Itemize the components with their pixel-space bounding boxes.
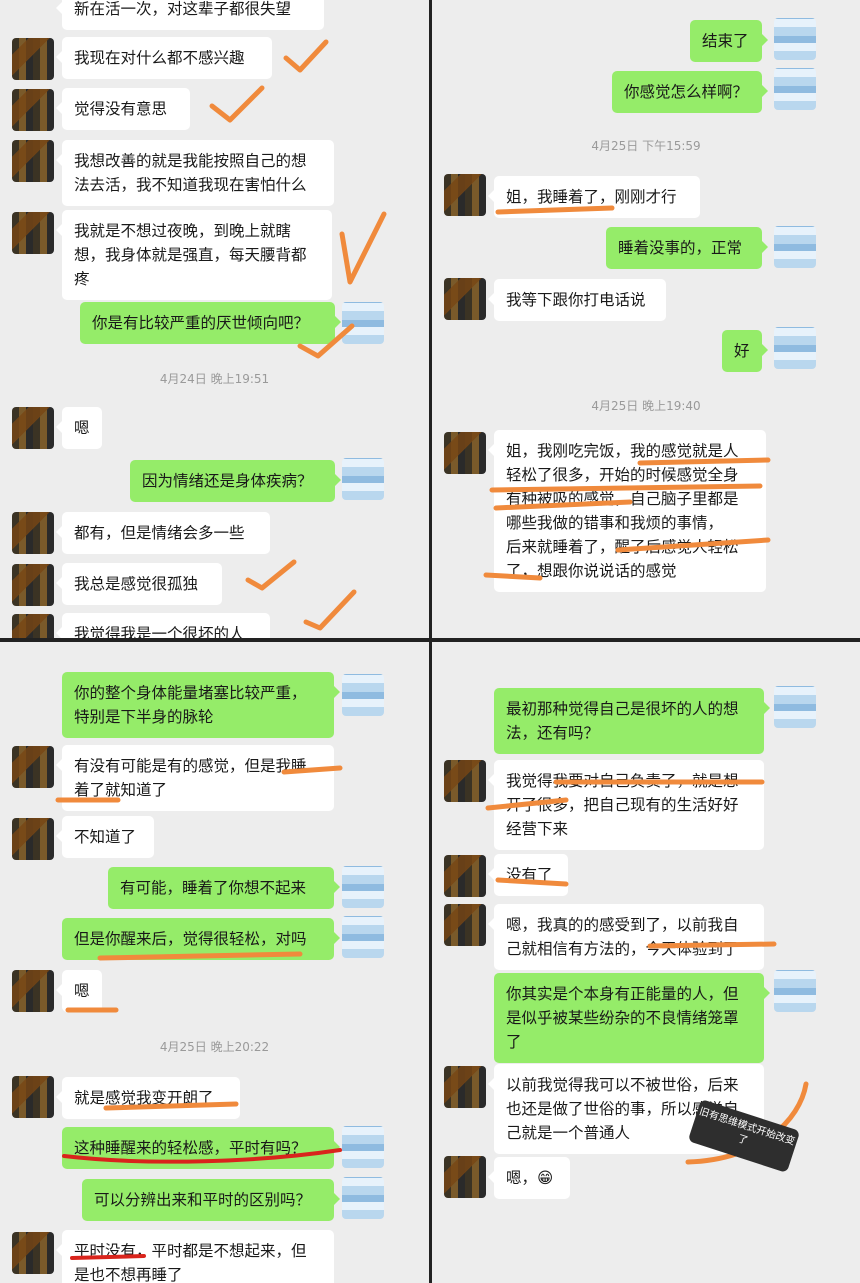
avatar[interactable] [12, 407, 54, 449]
avatar[interactable] [444, 174, 486, 216]
avatar[interactable] [12, 89, 54, 131]
avatar[interactable] [342, 674, 384, 716]
message-bubble[interactable]: 嗯，😁 [488, 1157, 570, 1199]
avatar[interactable] [444, 855, 486, 897]
message-bubble[interactable]: 都有，但是情绪会多一些 [56, 512, 270, 554]
message-bubble[interactable]: 这种睡醒来的轻松感，平时有吗？ [62, 1127, 340, 1169]
avatar[interactable] [342, 302, 384, 344]
timestamp: 4月25日 下午15:59 [591, 139, 701, 153]
avatar[interactable] [12, 970, 54, 1012]
message-bubble[interactable]: 我觉得我要对自己负责了，就是想 开了很多，把自己现有的生活好好 经营下来 [488, 760, 764, 850]
avatar[interactable] [342, 1126, 384, 1168]
message-bubble[interactable]: 平时没有，平时都是不想起来，但 是也不想再睡了 [56, 1230, 334, 1283]
avatar[interactable] [342, 458, 384, 500]
timestamp: 4月25日 晚上19:40 [591, 399, 701, 413]
chat-panel-3: 你的整个身体能量堵塞比较严重， 特别是下半身的脉轮 有没有可能是有的感觉，但是我… [0, 642, 429, 1283]
avatar[interactable] [12, 512, 54, 554]
avatar[interactable] [12, 818, 54, 860]
avatar[interactable] [12, 564, 54, 606]
message-bubble[interactable]: 新在活一次，对这辈子都很失望 [56, 0, 324, 30]
message-bubble[interactable]: 你感觉怎么样啊？ [612, 71, 768, 113]
message-bubble[interactable]: 好 [722, 330, 768, 372]
message-bubble[interactable]: 嗯 [56, 970, 102, 1012]
timestamp: 4月24日 晚上19:51 [159, 372, 270, 386]
avatar[interactable] [444, 1066, 486, 1108]
message-bubble[interactable]: 我觉得我是一个很坏的人 [56, 613, 270, 638]
message-bubble[interactable]: 有没有可能是有的感觉，但是我睡 着了就知道了 [56, 745, 334, 811]
avatar[interactable] [342, 866, 384, 908]
message-bubble[interactable]: 结束了 [690, 20, 768, 62]
message-bubble[interactable]: 我等下跟你打电话说 [488, 279, 666, 321]
avatar[interactable] [12, 212, 54, 254]
message-bubble[interactable]: 姐，我刚吃完饭，我的感觉就是人 轻松了很多，开始的时候感觉全身 有种被吸的感觉，… [488, 430, 766, 592]
message-bubble[interactable]: 你其实是个本身有正能量的人，但 是似乎被某些纷杂的不良情绪笼罩 了 [494, 973, 770, 1063]
avatar[interactable] [444, 1156, 486, 1198]
avatar[interactable] [342, 916, 384, 958]
avatar[interactable] [12, 38, 54, 80]
avatar[interactable] [774, 68, 816, 110]
avatar[interactable] [12, 1076, 54, 1118]
message-bubble[interactable]: 嗯，我真的的感受到了，以前我自 己就相信有方法的，今天体验到了 [488, 904, 764, 970]
avatar[interactable] [444, 278, 486, 320]
chat-panel-4: 最初那种觉得自己是很坏的人的想 法，还有吗？ 我觉得我要对自己负责了，就是想 开… [432, 642, 860, 1283]
avatar[interactable] [444, 760, 486, 802]
avatar[interactable] [774, 970, 816, 1012]
avatar[interactable] [12, 614, 54, 638]
avatar[interactable] [774, 686, 816, 728]
message-bubble[interactable]: 就是感觉我变开朗了 [56, 1077, 240, 1119]
message-bubble[interactable]: 因为情绪还是身体疾病？ [130, 460, 341, 502]
message-bubble[interactable]: 我现在对什么都不感兴趣 [56, 37, 272, 79]
message-bubble[interactable]: 不知道了 [56, 816, 154, 858]
message-bubble[interactable]: 觉得没有意思 [56, 88, 190, 130]
chat-panel-1: 新在活一次，对这辈子都很失望 我现在对什么都不感兴趣 觉得没有意思 我想改善的就… [0, 0, 429, 638]
avatar[interactable] [342, 1177, 384, 1219]
avatar[interactable] [774, 226, 816, 268]
avatar[interactable] [774, 327, 816, 369]
avatar[interactable] [12, 1232, 54, 1274]
message-bubble[interactable]: 你是有比较严重的厌世倾向吧？ [80, 302, 341, 344]
timestamp: 4月25日 晚上20:22 [159, 1040, 270, 1054]
message-bubble[interactable]: 没有了 [488, 854, 568, 896]
chat-panel-2: 结束了 你感觉怎么样啊？ 4月25日 下午15:59 姐，我睡着了，刚刚才行 睡… [432, 0, 860, 638]
message-bubble[interactable]: 我想改善的就是我能按照自己的想 法去活，我不知道我现在害怕什么 [56, 140, 334, 206]
avatar[interactable] [444, 904, 486, 946]
message-bubble[interactable]: 但是你醒来后，觉得很轻松，对吗 [62, 918, 340, 960]
message-bubble[interactable]: 我总是感觉很孤独 [56, 563, 222, 605]
avatar[interactable] [444, 432, 486, 474]
message-bubble[interactable]: 我就是不想过夜晚，到晚上就瞎 想，我身体就是强直，每天腰背都 疼 [56, 210, 332, 300]
message-bubble[interactable]: 姐，我睡着了，刚刚才行 [488, 176, 700, 218]
message-bubble[interactable]: 有可能，睡着了你想不起来 [108, 867, 340, 909]
message-bubble[interactable]: 可以分辨出来和平时的区别吗？ [82, 1179, 340, 1221]
message-bubble[interactable]: 嗯 [56, 407, 102, 449]
message-bubble[interactable]: 睡着没事的，正常 [606, 227, 768, 269]
message-bubble[interactable]: 你的整个身体能量堵塞比较严重， 特别是下半身的脉轮 [62, 672, 340, 738]
avatar[interactable] [774, 18, 816, 60]
message-bubble[interactable]: 最初那种觉得自己是很坏的人的想 法，还有吗？ [494, 688, 770, 754]
avatar[interactable] [12, 140, 54, 182]
avatar[interactable] [12, 746, 54, 788]
